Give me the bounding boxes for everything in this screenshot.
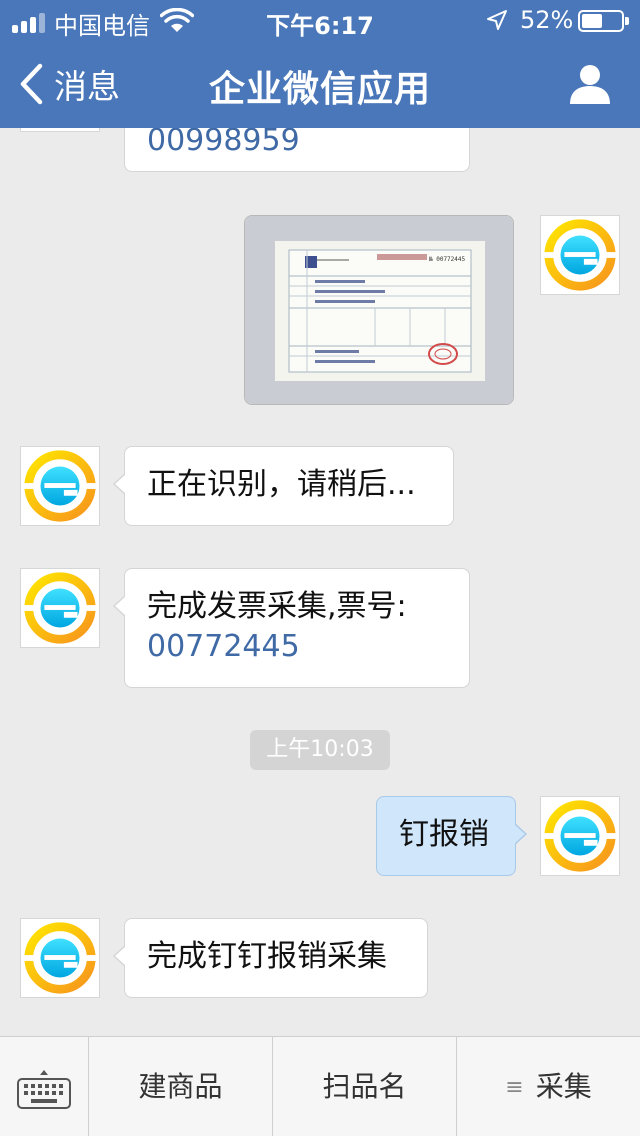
app-avatar[interactable]: [20, 918, 100, 998]
message-text: 正在识别，请稍后...: [147, 467, 416, 502]
app-avatar[interactable]: [20, 568, 100, 648]
user-avatar[interactable]: [540, 796, 620, 876]
keyboard-icon: [17, 1070, 71, 1109]
location-arrow-icon: [487, 10, 507, 30]
toolbar-label: 采集: [535, 1070, 592, 1103]
collect-menu-button[interactable]: ≡ 采集: [457, 1037, 640, 1136]
scan-product-name-button[interactable]: 扫品名: [273, 1037, 457, 1136]
person-icon[interactable]: [568, 62, 612, 106]
user-avatar[interactable]: [540, 215, 620, 295]
app-avatar[interactable]: [20, 446, 100, 526]
message-link[interactable]: 00998959: [147, 128, 300, 158]
invoice-number-mark: № 00772445: [429, 256, 466, 263]
app-logo-icon: [23, 572, 97, 644]
message-bubble[interactable]: 正在识别，请稍后...: [113, 446, 454, 526]
message-text: 钉报销: [399, 817, 489, 852]
app-logo-icon: [23, 450, 97, 522]
message-text: 完成发票采集,票号:: [147, 589, 407, 624]
invoice-image: № 00772445: [245, 216, 513, 404]
create-product-button[interactable]: 建商品: [89, 1037, 273, 1136]
app-logo-icon: [23, 922, 97, 994]
battery-icon: [578, 10, 629, 32]
message-link[interactable]: 00772445: [147, 627, 447, 667]
message-bubble[interactable]: 完成发票采集,票号: 00772445: [113, 568, 470, 688]
message-bubble[interactable]: 完成钉钉报销采集: [113, 918, 428, 998]
app-avatar[interactable]: [20, 128, 100, 132]
app-logo-icon: [543, 219, 617, 291]
message-bubble-outgoing[interactable]: 钉报销: [376, 796, 527, 876]
page-title: 企业微信应用: [208, 69, 431, 110]
chat-area[interactable]: 00998959 № 00772445 正在识别，请稍后... 完成发票采集,票…: [0, 128, 640, 1036]
battery-fill: [582, 14, 602, 28]
message-bubble[interactable]: 00998959: [124, 128, 470, 172]
app-logo-icon: [543, 800, 617, 872]
status-bar: 中国电信 下午6:17 52%: [0, 0, 640, 40]
keyboard-toggle-button[interactable]: [0, 1037, 89, 1136]
menu-icon: ≡: [505, 1075, 524, 1100]
bottom-toolbar: 建商品 扫品名 ≡ 采集: [0, 1036, 640, 1136]
toolbar-label: 扫品名: [322, 1070, 407, 1103]
toolbar-label: 建商品: [138, 1070, 223, 1103]
top-bar: 中国电信 下午6:17 52% 消息 企业微信应用: [0, 0, 640, 128]
battery-percent: 52%: [520, 6, 574, 34]
chat-timestamp: 上午10:03: [250, 730, 390, 770]
app-logo-icon: [21, 128, 99, 131]
navigation-bar: 消息 企业微信应用: [0, 40, 640, 128]
message-text: 完成钉钉报销采集: [147, 939, 387, 974]
invoice-image-message[interactable]: № 00772445: [244, 215, 514, 405]
